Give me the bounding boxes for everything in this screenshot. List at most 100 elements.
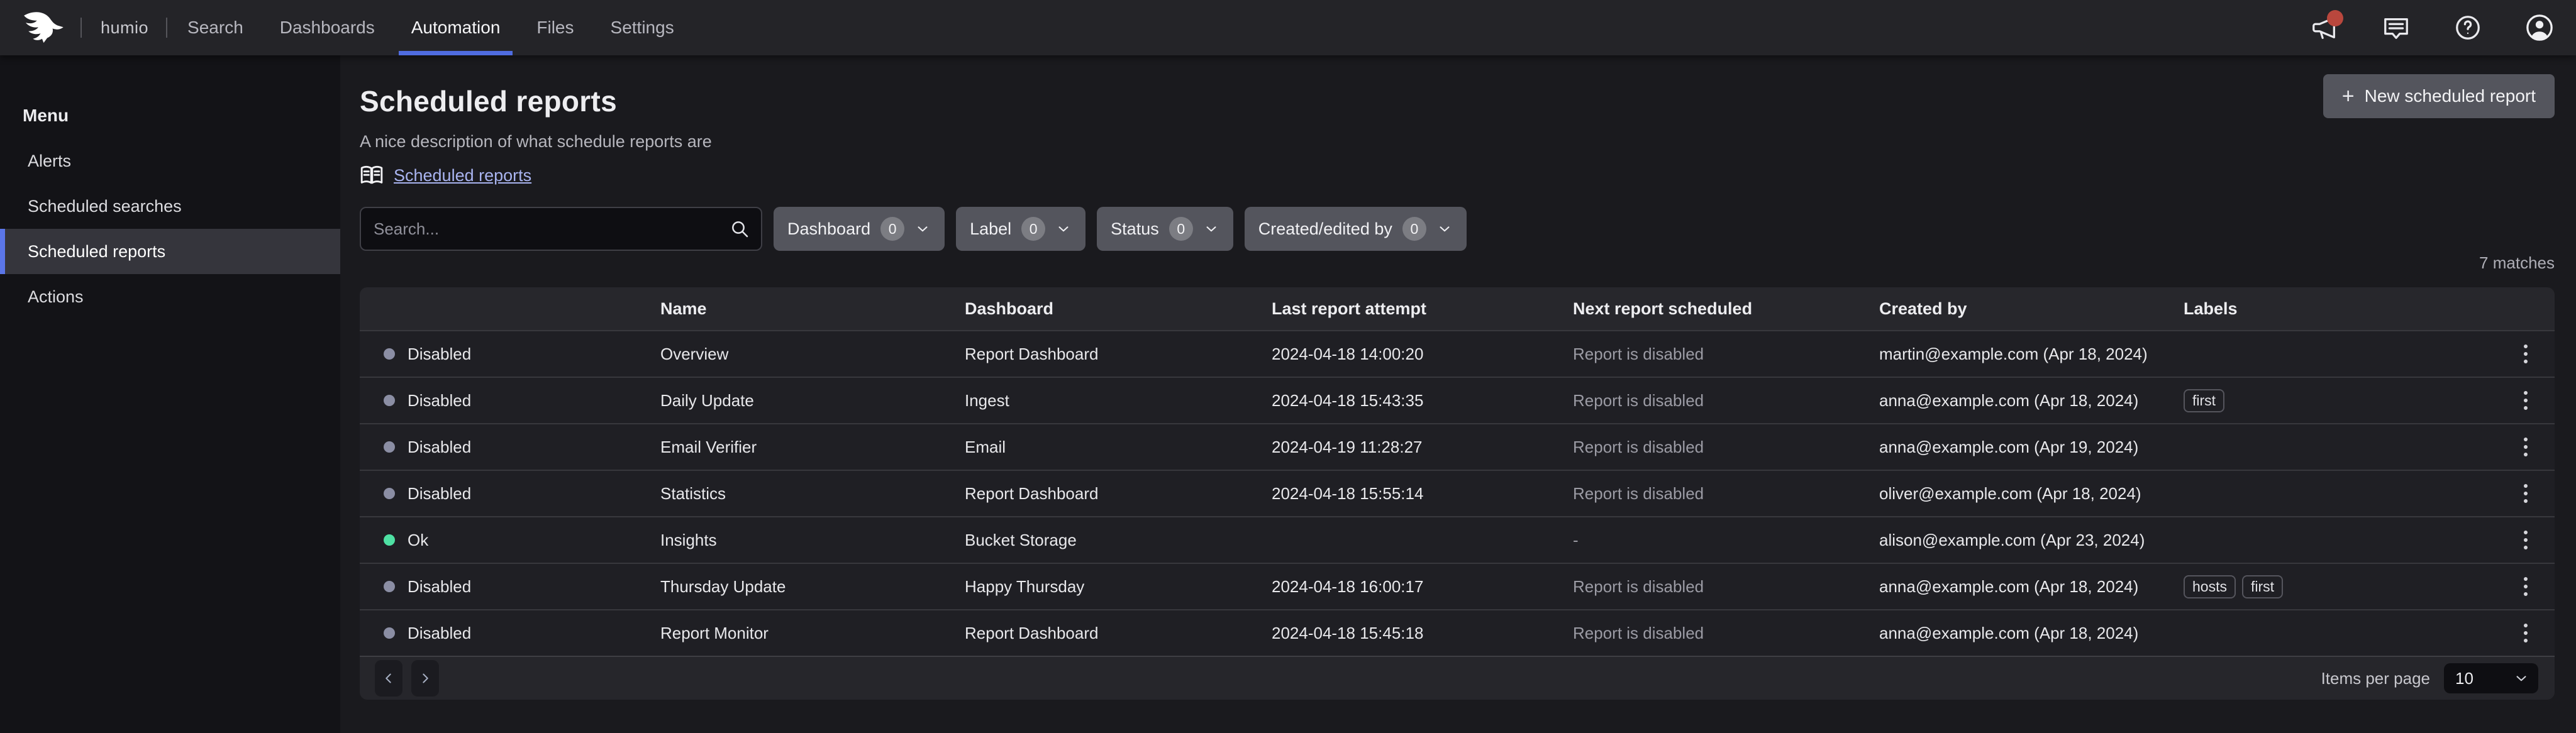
table-body: DisabledOverviewReport Dashboard2024-04-… bbox=[360, 330, 2555, 656]
filter-count-badge: 0 bbox=[1402, 217, 1426, 241]
status-dot-icon bbox=[384, 395, 395, 406]
table-footer: Items per page 10 bbox=[360, 656, 2555, 700]
kebab-menu-icon[interactable] bbox=[2519, 433, 2533, 461]
plus-icon: + bbox=[2342, 84, 2355, 109]
nav-item-search[interactable]: Search bbox=[187, 0, 243, 55]
report-name[interactable]: Email Verifier bbox=[660, 438, 965, 457]
next-page-button[interactable] bbox=[411, 660, 439, 697]
nav-item-settings[interactable]: Settings bbox=[611, 0, 674, 55]
report-name[interactable]: Overview bbox=[660, 344, 965, 364]
brand-name[interactable]: humio bbox=[101, 18, 148, 38]
status-cell: Disabled bbox=[360, 624, 660, 643]
chevron-down-icon bbox=[1436, 221, 1453, 237]
notification-dot bbox=[2327, 10, 2343, 26]
created-by: martin@example.com (Apr 18, 2024) bbox=[1879, 344, 2184, 364]
nav-items: Search Dashboards Automation Files Settings bbox=[187, 0, 674, 55]
sidebar-item-scheduled-reports[interactable]: Scheduled reports bbox=[0, 229, 340, 274]
kebab-menu-icon[interactable] bbox=[2519, 386, 2533, 415]
report-name[interactable]: Daily Update bbox=[660, 391, 965, 411]
table-row-email-verifier: DisabledEmail VerifierEmail2024-04-19 11… bbox=[360, 423, 2555, 470]
kebab-menu-icon[interactable] bbox=[2519, 339, 2533, 368]
prev-page-button[interactable] bbox=[375, 660, 402, 697]
kebab-menu-icon[interactable] bbox=[2519, 572, 2533, 601]
filter-dropdown-status[interactable]: Status0 bbox=[1097, 207, 1233, 251]
table-header: NameDashboardLast report attemptNext rep… bbox=[360, 287, 2555, 330]
account-icon[interactable] bbox=[2524, 13, 2555, 43]
next-report-scheduled: Report is disabled bbox=[1573, 344, 1879, 364]
created-by: alison@example.com (Apr 23, 2024) bbox=[1879, 531, 2184, 550]
top-nav: humio Search Dashboards Automation Files Set… bbox=[0, 0, 2576, 55]
table-row-thursday-update: DisabledThursday UpdateHappy Thursday202… bbox=[360, 563, 2555, 609]
search-box bbox=[360, 207, 762, 251]
status-cell: Disabled bbox=[360, 391, 660, 411]
sidebar-item-scheduled-searches[interactable]: Scheduled searches bbox=[0, 184, 340, 229]
nav-item-files[interactable]: Files bbox=[536, 0, 574, 55]
status-cell: Disabled bbox=[360, 577, 660, 597]
filter-dropdown-created-edited-by[interactable]: Created/edited by0 bbox=[1245, 207, 1467, 251]
nav-item-dashboards[interactable]: Dashboards bbox=[280, 0, 375, 55]
status-dot-icon bbox=[384, 534, 395, 546]
status-label: Disabled bbox=[408, 577, 471, 597]
nav-item-automation[interactable]: Automation bbox=[411, 0, 501, 55]
row-actions-cell bbox=[2507, 386, 2555, 415]
docs-link[interactable]: Scheduled reports bbox=[394, 166, 531, 185]
table-row-daily-update: DisabledDaily UpdateIngest2024-04-18 15:… bbox=[360, 377, 2555, 423]
search-icon[interactable] bbox=[730, 219, 750, 239]
new-scheduled-report-button[interactable]: + New scheduled report bbox=[2323, 74, 2555, 118]
status-label: Disabled bbox=[408, 344, 471, 364]
status-label: Disabled bbox=[408, 484, 471, 504]
dashboard-name: Report Dashboard bbox=[965, 484, 1272, 504]
last-report-attempt: 2024-04-19 11:28:27 bbox=[1272, 438, 1573, 457]
filter-label: Label bbox=[970, 219, 1011, 239]
items-per-page-select[interactable]: 10 bbox=[2444, 663, 2538, 693]
status-dot-icon bbox=[384, 441, 395, 453]
sidebar-item-alerts[interactable]: Alerts bbox=[0, 138, 340, 184]
row-actions-cell bbox=[2507, 339, 2555, 368]
help-icon[interactable] bbox=[2453, 13, 2483, 43]
created-by: anna@example.com (Apr 18, 2024) bbox=[1879, 624, 2184, 643]
announcements-icon[interactable] bbox=[2309, 13, 2340, 43]
status-label: Disabled bbox=[408, 624, 471, 643]
search-input[interactable] bbox=[374, 219, 730, 239]
last-report-attempt: 2024-04-18 16:00:17 bbox=[1272, 577, 1573, 597]
kebab-menu-icon[interactable] bbox=[2519, 526, 2533, 554]
row-actions-cell bbox=[2507, 433, 2555, 461]
dashboard-name: Report Dashboard bbox=[965, 624, 1272, 643]
filter-count-badge: 0 bbox=[880, 217, 904, 241]
labels-cell: first bbox=[2184, 389, 2507, 412]
label-badge-first: first bbox=[2184, 389, 2224, 412]
report-name[interactable]: Insights bbox=[660, 531, 965, 550]
created-by: anna@example.com (Apr 18, 2024) bbox=[1879, 577, 2184, 597]
sidebar-item-actions[interactable]: Actions bbox=[0, 274, 340, 319]
table-row-statistics: Disabled StatisticsReport Dashboard2024-0… bbox=[360, 470, 2555, 516]
feedback-icon[interactable] bbox=[2381, 13, 2411, 43]
column-header-labels: Labels bbox=[2184, 299, 2507, 319]
filter-dropdown-label[interactable]: Label 0 bbox=[956, 207, 1085, 251]
last-report-attempt: 2024-04-18 15:55:14 bbox=[1272, 484, 1573, 504]
dashboard-name: Ingest bbox=[965, 391, 1272, 411]
labels-cell: hostsfirst bbox=[2184, 575, 2507, 598]
kebab-menu-icon[interactable] bbox=[2519, 479, 2533, 508]
label-badge-hosts: hosts bbox=[2184, 575, 2236, 598]
page-description: A nice description of what schedule repo… bbox=[360, 132, 712, 152]
filter-buttons: Dashboard0Label0Status0Created/edited by… bbox=[774, 207, 1467, 251]
chevron-right-icon bbox=[417, 670, 433, 686]
filter-dropdown-dashboard[interactable]: Dashboard0 bbox=[774, 207, 945, 251]
report-name[interactable]: Statistics bbox=[660, 484, 965, 504]
nav-right-icons bbox=[2309, 13, 2555, 43]
sidebar-menu-label: Menu bbox=[0, 106, 340, 126]
row-actions-cell bbox=[2507, 526, 2555, 554]
filter-label: Status bbox=[1111, 219, 1159, 239]
sidebar: Menu AlertsScheduled searchesScheduled r… bbox=[0, 55, 340, 733]
next-report-scheduled: Report is disabled bbox=[1573, 391, 1879, 411]
status-cell: Ok bbox=[360, 531, 660, 550]
status-dot-icon bbox=[384, 348, 395, 360]
report-name[interactable]: Thursday Update bbox=[660, 577, 965, 597]
chevron-down-icon bbox=[2513, 670, 2529, 686]
filter-count-badge: 0 bbox=[1021, 217, 1045, 241]
falcon-logo-icon[interactable] bbox=[19, 8, 67, 48]
report-name[interactable]: Report Monitor bbox=[660, 624, 965, 643]
table-row-report-monitor: DisabledReport MonitorReport Dashboard20… bbox=[360, 609, 2555, 656]
column-header-name: Name bbox=[660, 299, 965, 319]
kebab-menu-icon[interactable] bbox=[2519, 619, 2533, 648]
